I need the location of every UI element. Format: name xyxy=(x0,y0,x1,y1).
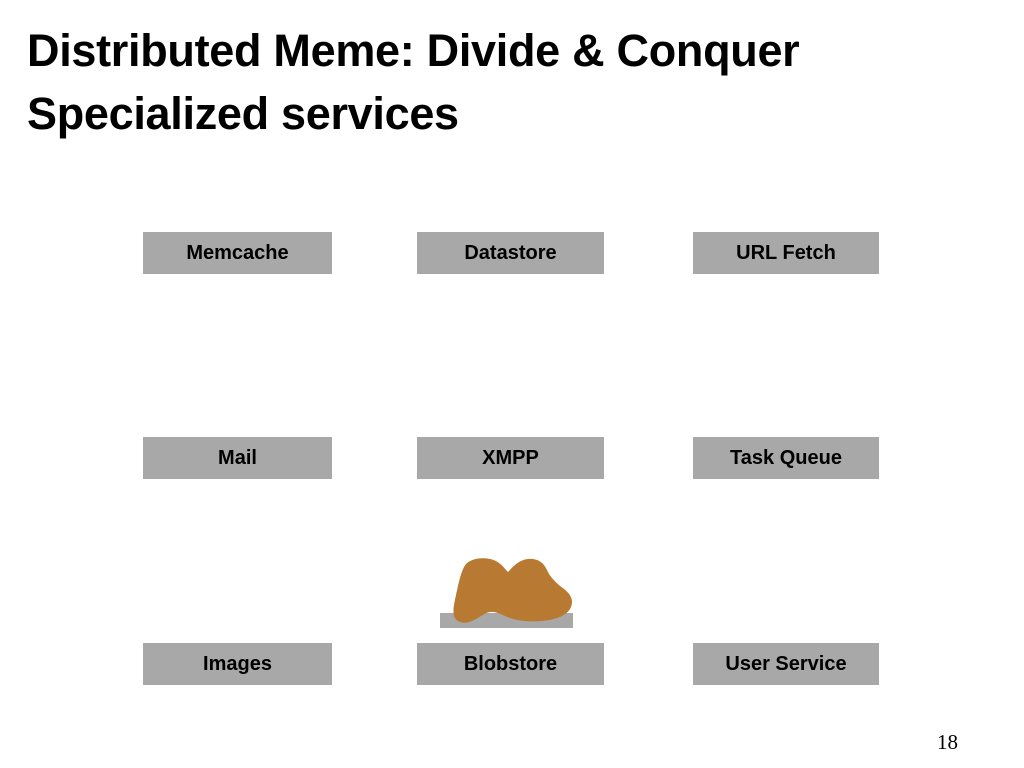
service-box-mail[interactable]: Mail xyxy=(143,437,332,479)
service-box-memcache[interactable]: Memcache xyxy=(143,232,332,274)
service-box-images[interactable]: Images xyxy=(143,643,332,685)
service-box-user-service[interactable]: User Service xyxy=(693,643,879,685)
service-box-task-queue[interactable]: Task Queue xyxy=(693,437,879,479)
slide: Distributed Meme: Divide & Conquer Speci… xyxy=(0,0,1024,768)
service-box-url-fetch[interactable]: URL Fetch xyxy=(693,232,879,274)
service-grid: Memcache Datastore URL Fetch Mail XMPP T… xyxy=(0,0,1024,768)
service-label: Mail xyxy=(218,447,257,469)
service-label: URL Fetch xyxy=(736,242,836,264)
blob-shape-icon xyxy=(434,556,580,632)
service-box-blobstore[interactable]: Blobstore xyxy=(417,643,604,685)
service-label: Memcache xyxy=(186,242,289,264)
service-box-datastore[interactable]: Datastore xyxy=(417,232,604,274)
blob-body xyxy=(453,558,572,623)
service-label: XMPP xyxy=(482,447,539,469)
service-box-xmpp[interactable]: XMPP xyxy=(417,437,604,479)
service-label: Images xyxy=(203,653,272,675)
service-label: User Service xyxy=(725,653,847,675)
service-label: Task Queue xyxy=(730,447,842,469)
service-label: Blobstore xyxy=(463,653,558,675)
service-label: Datastore xyxy=(464,242,557,264)
page-number: 18 xyxy=(937,730,958,754)
